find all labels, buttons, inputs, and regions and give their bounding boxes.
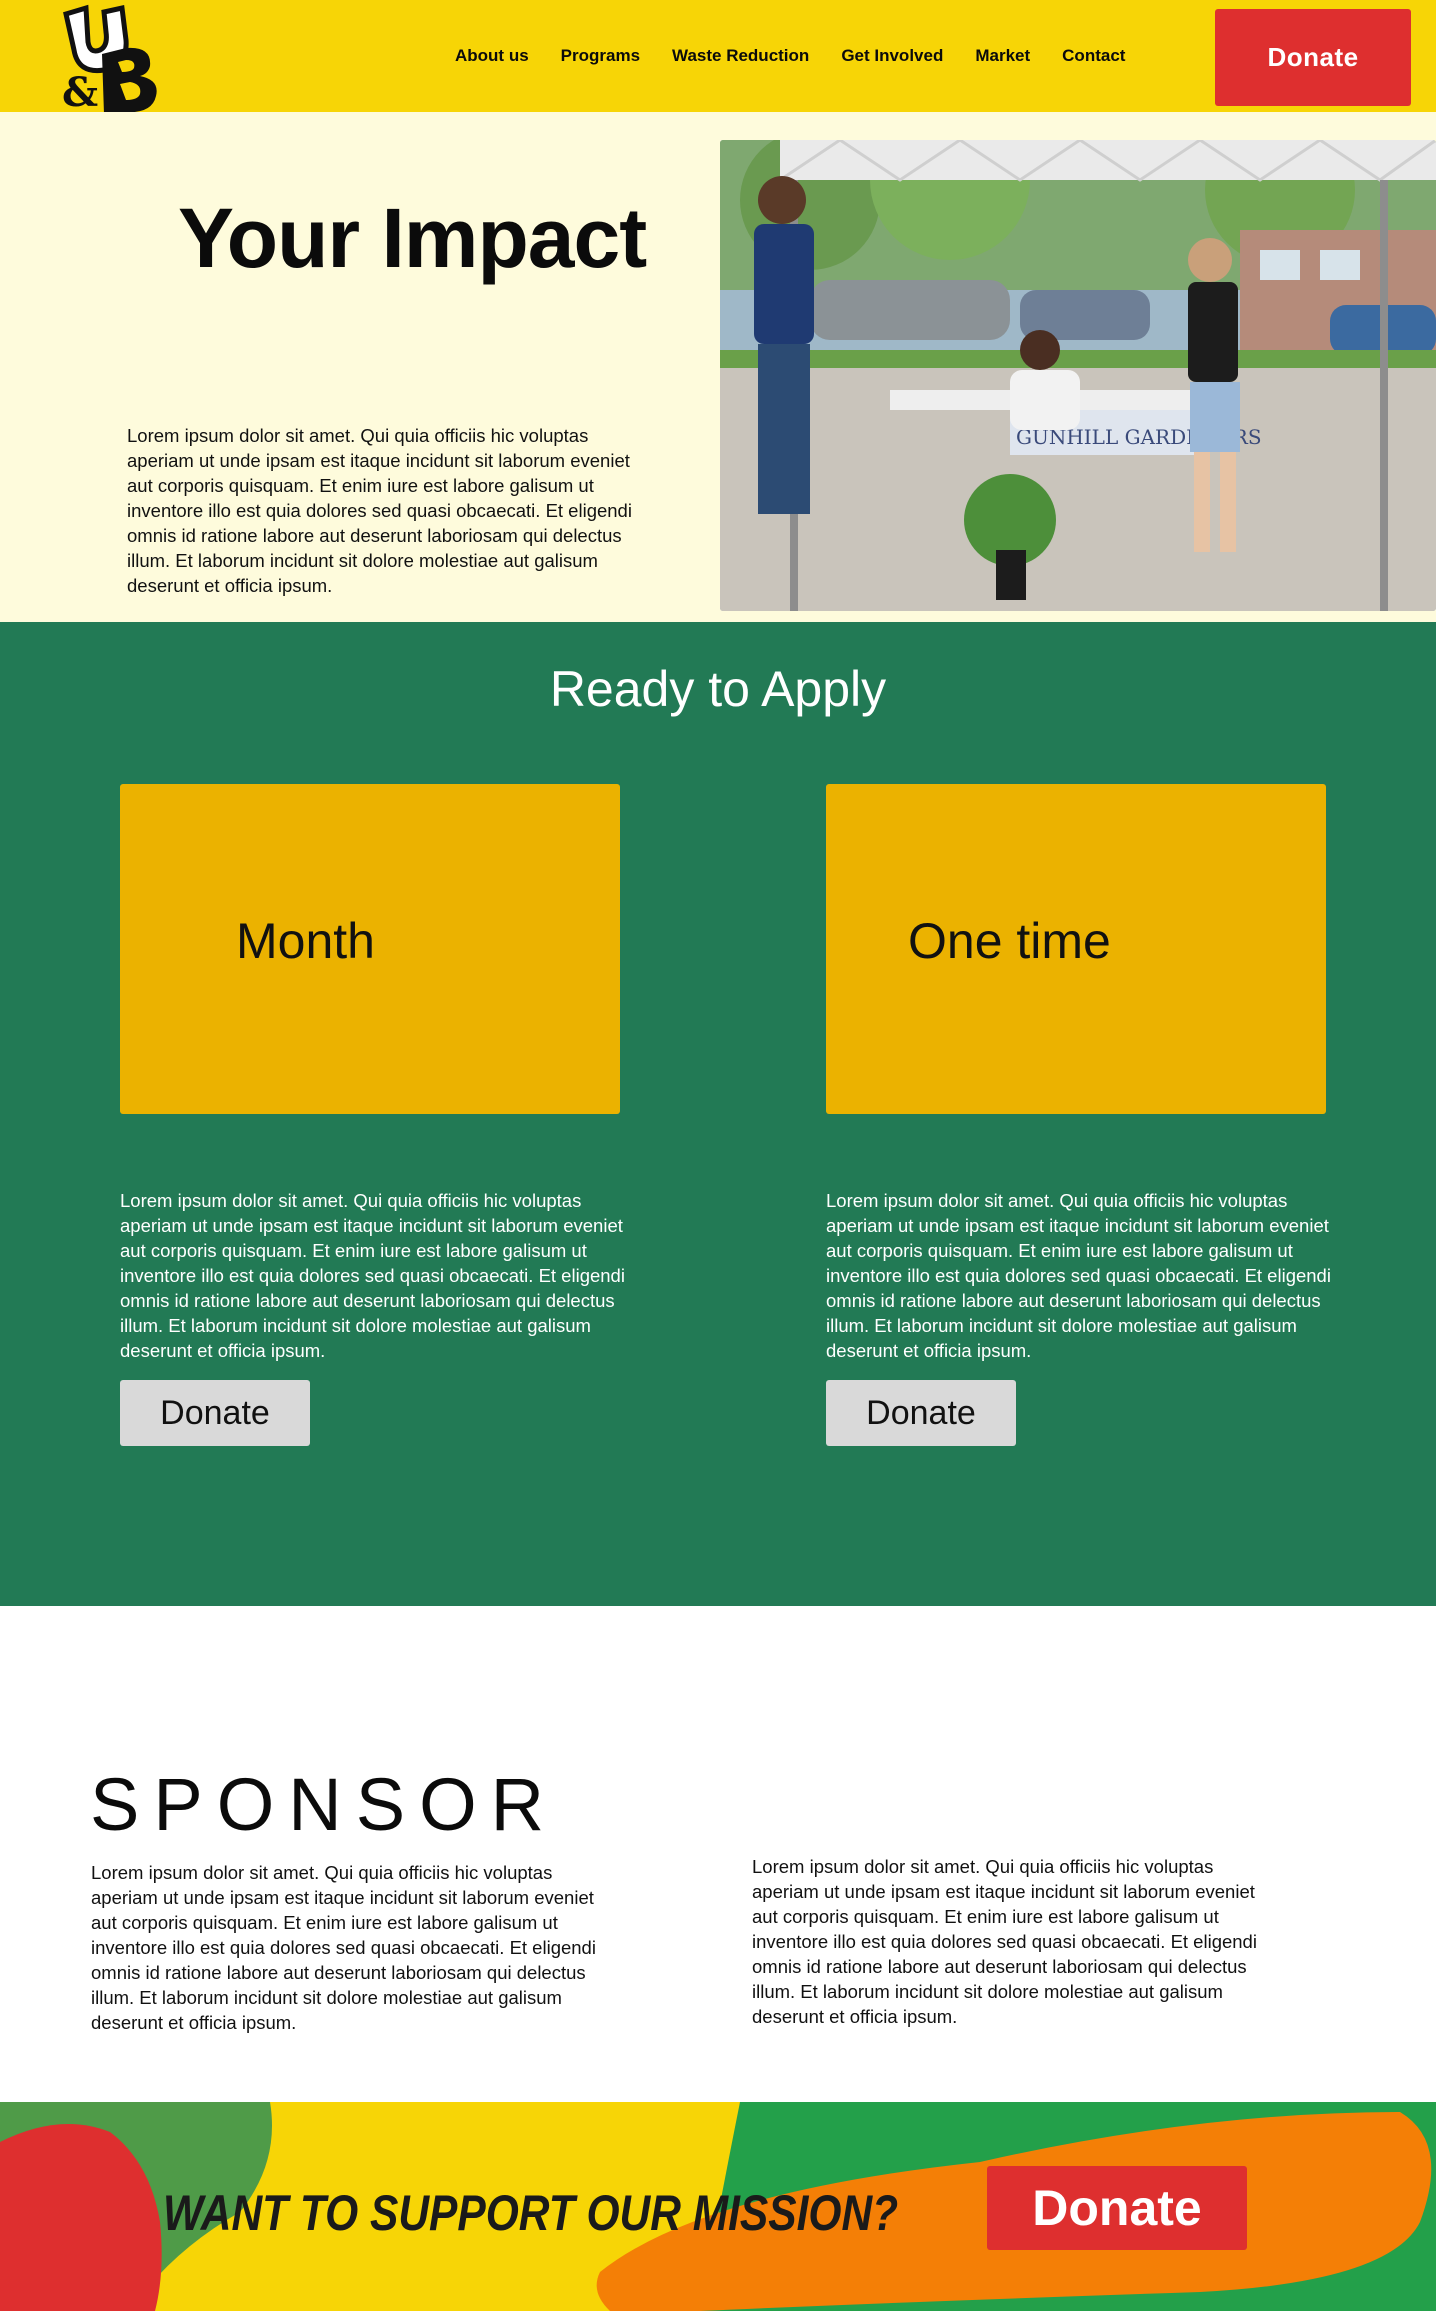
plan-name: Month: [236, 913, 375, 969]
monthly-plan-card[interactable]: Month: [120, 784, 620, 1114]
site-header: & About us Programs Waste Reduction Get …: [0, 0, 1436, 116]
nav-about-us[interactable]: About us: [455, 46, 529, 66]
monthly-plan-description: Lorem ipsum dolor sit amet. Qui quia off…: [120, 1190, 625, 1361]
nav-programs[interactable]: Programs: [561, 46, 640, 66]
page-title: Your Impact: [178, 191, 647, 285]
logo[interactable]: &: [56, 2, 164, 116]
nav-waste-reduction[interactable]: Waste Reduction: [672, 46, 809, 66]
svg-text:&: &: [62, 69, 98, 114]
main-nav: About us Programs Waste Reduction Get In…: [455, 0, 1125, 112]
impact-description: Lorem ipsum dolor sit amet. Qui quia off…: [127, 425, 632, 596]
ready-to-apply-section: Ready to Apply Month One time Lorem ipsu…: [0, 622, 1436, 1606]
market-stand-photo: GUNHILL GARDENERS: [720, 140, 1436, 611]
one-time-plan-card[interactable]: One time: [826, 784, 1326, 1114]
nav-contact[interactable]: Contact: [1062, 46, 1125, 66]
apply-title: Ready to Apply: [549, 661, 887, 717]
plan-name: One time: [908, 913, 1111, 969]
sponsor-text-right: Lorem ipsum dolor sit amet. Qui quia off…: [752, 1856, 1257, 2027]
banner-donate-button[interactable]: Donate: [987, 2166, 1247, 2250]
monthly-donate-button[interactable]: Donate: [120, 1380, 310, 1446]
support-mission-heading: WANT TO SUPPORT OUR MISSION?: [163, 2185, 899, 2241]
one-time-donate-button[interactable]: Donate: [826, 1380, 1016, 1446]
nav-market[interactable]: Market: [975, 46, 1030, 66]
nav-get-involved[interactable]: Get Involved: [841, 46, 943, 66]
sponsor-title: SPONSOR: [90, 1763, 559, 1846]
sponsor-text-left: Lorem ipsum dolor sit amet. Qui quia off…: [91, 1862, 596, 2033]
support-mission-banner: WANT TO SUPPORT OUR MISSION? Donate: [0, 2102, 1436, 2311]
one-time-plan-description: Lorem ipsum dolor sit amet. Qui quia off…: [826, 1190, 1331, 1361]
impact-section: Your Impact Lorem ipsum dolor sit amet. …: [0, 112, 1436, 622]
header-donate-button[interactable]: Donate: [1215, 9, 1411, 106]
